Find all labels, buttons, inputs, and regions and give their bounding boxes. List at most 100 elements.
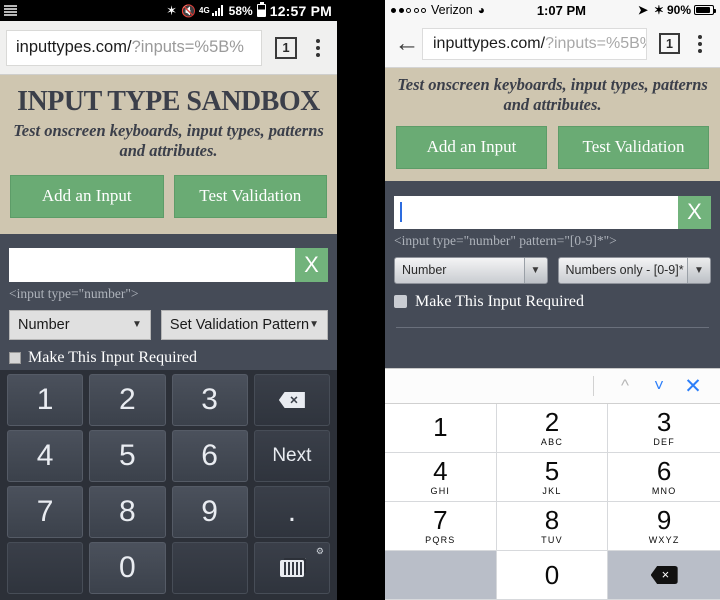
- back-arrow-icon[interactable]: ←: [392, 29, 422, 58]
- required-label: Make This Input Required: [28, 348, 198, 366]
- hero-button-group: Add an Input Test Validation: [396, 125, 709, 169]
- android-numeric-keyboard: 1 2 3 4 5 6 Next 7 8 9 . 0: [0, 370, 337, 600]
- android-hero-section: INPUT TYPE SANDBOX Test onscreen keyboar…: [0, 75, 337, 234]
- ios-tab-count-button[interactable]: 1: [659, 33, 680, 54]
- android-battery-percent: 58%: [228, 3, 253, 18]
- key-9[interactable]: 9 WXYZ: [608, 502, 720, 551]
- key-next[interactable]: Next: [253, 430, 330, 482]
- required-checkbox[interactable]: [9, 351, 21, 364]
- overflow-menu-icon[interactable]: [308, 38, 328, 57]
- key-1[interactable]: 1: [7, 374, 84, 426]
- key-number: 8: [544, 505, 560, 535]
- key-2[interactable]: 2: [89, 374, 166, 426]
- key-blank-left[interactable]: [385, 551, 497, 600]
- chevron-up-icon[interactable]: ^: [608, 376, 642, 396]
- battery-icon: [256, 2, 266, 17]
- add-input-button[interactable]: Add an Input: [396, 125, 547, 169]
- remove-input-button[interactable]: X: [295, 247, 328, 282]
- key-period[interactable]: .: [253, 486, 330, 538]
- validation-pattern-select[interactable]: Set Validation Pattern ▼: [160, 309, 328, 340]
- key-number: 1: [433, 412, 448, 442]
- network-type-label: 4G: [199, 5, 210, 15]
- gear-icon: ⚙: [315, 546, 324, 556]
- key-letters: TUV: [541, 535, 563, 545]
- keyboard-accessory-bar: ^ ˅ ✕: [385, 368, 720, 404]
- android-status-bar: ✶ 🔇 4G 58% 12:57 PM: [0, 0, 337, 21]
- key-letters: GHI: [430, 486, 451, 496]
- overflow-menu-icon[interactable]: [690, 34, 710, 53]
- number-input-field[interactable]: [9, 247, 295, 282]
- key-2[interactable]: 2 ABC: [496, 404, 609, 453]
- validation-pattern-select[interactable]: Numbers only - [0-9]* ▼: [557, 256, 711, 284]
- url-host: inputtypes.com/: [433, 34, 546, 52]
- key-0[interactable]: 0: [496, 551, 609, 600]
- key-8[interactable]: 8 TUV: [496, 502, 609, 551]
- key-3[interactable]: 3 DEF: [608, 404, 720, 453]
- number-input-field[interactable]: [394, 195, 678, 229]
- keyboard-row: 0 ⚙: [4, 542, 333, 594]
- android-url-bar[interactable]: inputtypes.com/?inputs=%5B%: [6, 29, 262, 66]
- android-browser-chrome: inputtypes.com/?inputs=%5B% 1: [0, 21, 337, 75]
- ios-phone-panel: Verizon ◕ 1:07 PM ➤ ✶ 90% ← inputtypes.c…: [385, 0, 720, 600]
- input-code-snippet: <input type="number" pattern="[0-9]*">: [394, 232, 617, 248]
- key-6[interactable]: 6 MNO: [608, 453, 720, 502]
- key-4[interactable]: 4: [7, 430, 84, 482]
- wifi-icon: ◕: [477, 3, 485, 17]
- key-letters: ABC: [540, 437, 564, 447]
- key-5[interactable]: 5: [89, 430, 166, 482]
- location-arrow-icon: ➤: [637, 3, 648, 17]
- key-7[interactable]: 7: [7, 486, 84, 538]
- key-blank-right[interactable]: [171, 542, 248, 594]
- chevron-down-icon: ▼: [309, 319, 319, 331]
- key-letters: WXYZ: [648, 535, 680, 545]
- key-number: 2: [544, 407, 560, 437]
- validation-pattern-select-value: Numbers only - [0-9]*: [565, 263, 684, 278]
- test-validation-button[interactable]: Test Validation: [558, 125, 709, 169]
- input-code-snippet: <input type="number">: [9, 285, 139, 301]
- keyboard-icon: [279, 559, 304, 577]
- chevron-down-icon: ▼: [687, 257, 710, 283]
- input-type-select[interactable]: Number ▼: [394, 256, 548, 284]
- ios-field-row: X: [394, 195, 711, 229]
- key-3[interactable]: 3: [171, 374, 248, 426]
- remove-input-button[interactable]: X: [678, 195, 711, 229]
- page-subtitle: Test onscreen keyboards, input types, pa…: [397, 75, 708, 114]
- chevron-down-icon[interactable]: ˅: [642, 376, 676, 396]
- url-query: ?inputs=%5B%: [131, 38, 244, 56]
- page-subtitle: Test onscreen keyboards, input types, pa…: [13, 121, 324, 161]
- ios-status-bar: Verizon ◕ 1:07 PM ➤ ✶ 90%: [385, 0, 720, 20]
- close-x-icon[interactable]: ✕: [676, 374, 710, 399]
- key-7[interactable]: 7 PQRS: [385, 502, 497, 551]
- keyboard-row: 1 2 3: [4, 374, 333, 426]
- add-input-button[interactable]: Add an Input: [10, 174, 164, 218]
- key-6[interactable]: 6: [171, 430, 248, 482]
- keyboard-row: 4 5 6 Next: [4, 430, 333, 482]
- ios-keypad: 1 2 ABC 3 DEF 4 GHI 5 JKL 6 MNO 7 PQRS 8 TUV 9W…: [385, 404, 720, 600]
- key-number: 6: [656, 456, 672, 486]
- input-type-select-value: Number: [18, 316, 70, 333]
- key-letters: JKL: [542, 486, 562, 496]
- key-5[interactable]: 5 JKL: [496, 453, 609, 502]
- key-9[interactable]: 9: [171, 486, 248, 538]
- required-checkbox[interactable]: [394, 295, 407, 309]
- input-type-select[interactable]: Number ▼: [9, 309, 151, 340]
- key-0[interactable]: 0: [89, 542, 166, 594]
- key-1[interactable]: 1: [385, 404, 497, 453]
- ios-browser-chrome: ← inputtypes.com/?inputs=%5B% 1: [385, 20, 720, 68]
- android-tab-count-button[interactable]: 1: [275, 36, 297, 59]
- screenshot-stage: ✶ 🔇 4G 58% 12:57 PM inputtypes.com/?inpu…: [0, 0, 720, 600]
- key-keyboard-switcher[interactable]: ⚙: [253, 542, 330, 594]
- key-8[interactable]: 8: [89, 486, 166, 538]
- android-input-form: X <input type="number"> Number ▼ Set Val…: [0, 233, 337, 377]
- ios-required-row: Make This Input Required: [394, 293, 711, 311]
- key-blank-left[interactable]: [7, 542, 84, 594]
- url-query: ?inputs=%5B%: [545, 34, 647, 52]
- test-validation-button[interactable]: Test Validation: [173, 174, 327, 218]
- key-4[interactable]: 4 GHI: [385, 453, 497, 502]
- key-backspace[interactable]: [608, 551, 720, 600]
- keyboard-icon: [4, 5, 17, 16]
- ios-url-bar[interactable]: inputtypes.com/?inputs=%5B%: [422, 27, 647, 60]
- battery-icon: [694, 5, 716, 15]
- url-host: inputtypes.com/: [16, 38, 132, 56]
- key-backspace[interactable]: [253, 374, 330, 426]
